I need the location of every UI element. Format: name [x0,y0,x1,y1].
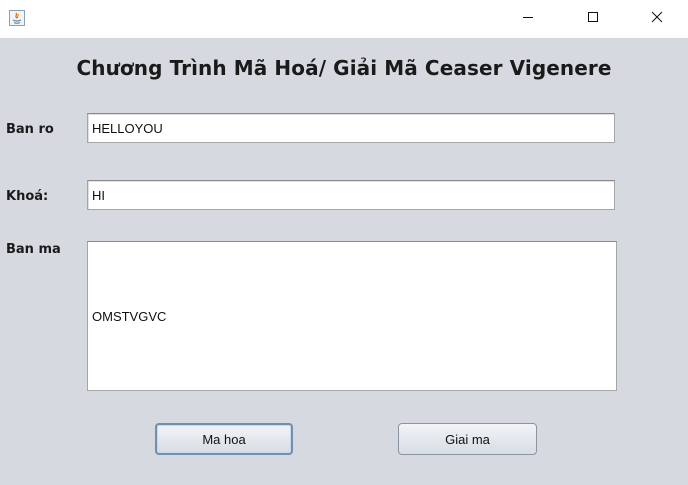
title-bar[interactable] [0,0,688,38]
java-icon [9,10,25,26]
app-window: Chương Trình Mã Hoá/ Giải Mã Ceaser Vige… [0,0,688,485]
key-input[interactable] [87,180,615,210]
close-icon [651,10,663,28]
plaintext-label: Ban ro [6,122,54,137]
encrypt-button[interactable]: Ma hoa [155,423,293,455]
plaintext-input[interactable] [87,113,615,143]
ciphertext-value: OMSTVGVC [92,308,167,324]
maximize-icon [587,10,599,28]
minimize-icon [522,10,534,28]
key-label: Khoá: [6,189,49,204]
decrypt-button[interactable]: Giai ma [398,423,537,455]
encrypt-button-label: Ma hoa [202,431,246,447]
page-title: Chương Trình Mã Hoá/ Giải Mã Ceaser Vige… [76,56,612,80]
close-button[interactable] [634,0,680,38]
ciphertext-textarea[interactable]: OMSTVGVC [87,241,617,391]
ciphertext-label: Ban ma [6,242,61,257]
decrypt-button-label: Giai ma [445,431,490,447]
maximize-button[interactable] [570,0,616,38]
minimize-button[interactable] [505,0,551,38]
